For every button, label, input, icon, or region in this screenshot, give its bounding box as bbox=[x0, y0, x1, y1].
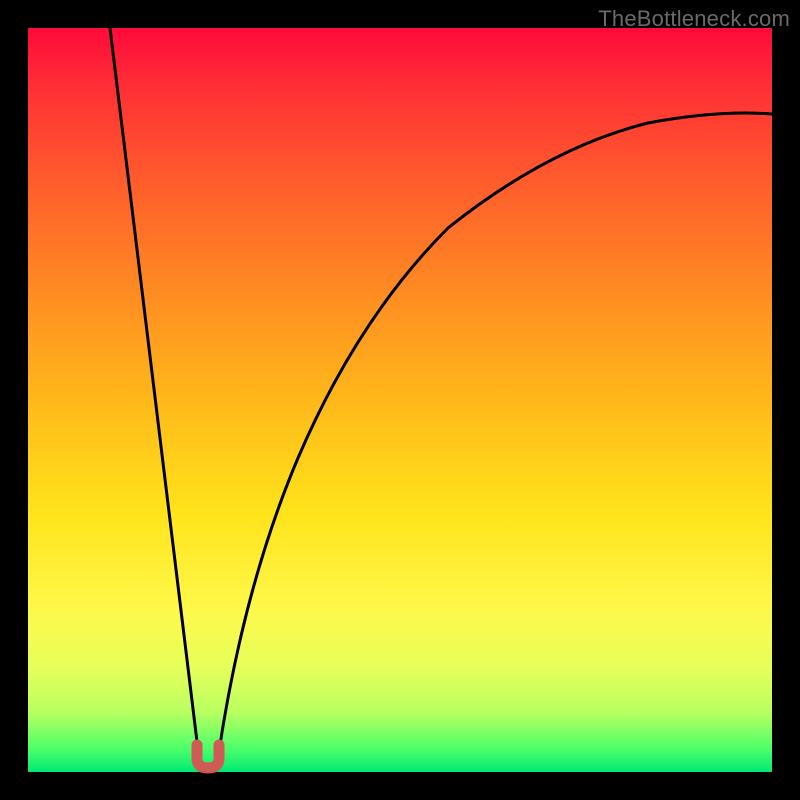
plot-area bbox=[28, 28, 772, 772]
curve-right-branch bbox=[218, 113, 772, 758]
curve-svg bbox=[28, 28, 772, 772]
curve-left-branch bbox=[110, 28, 199, 758]
watermark-text: TheBottleneck.com bbox=[598, 6, 790, 32]
minimum-marker bbox=[197, 745, 219, 768]
chart-frame: TheBottleneck.com bbox=[0, 0, 800, 800]
